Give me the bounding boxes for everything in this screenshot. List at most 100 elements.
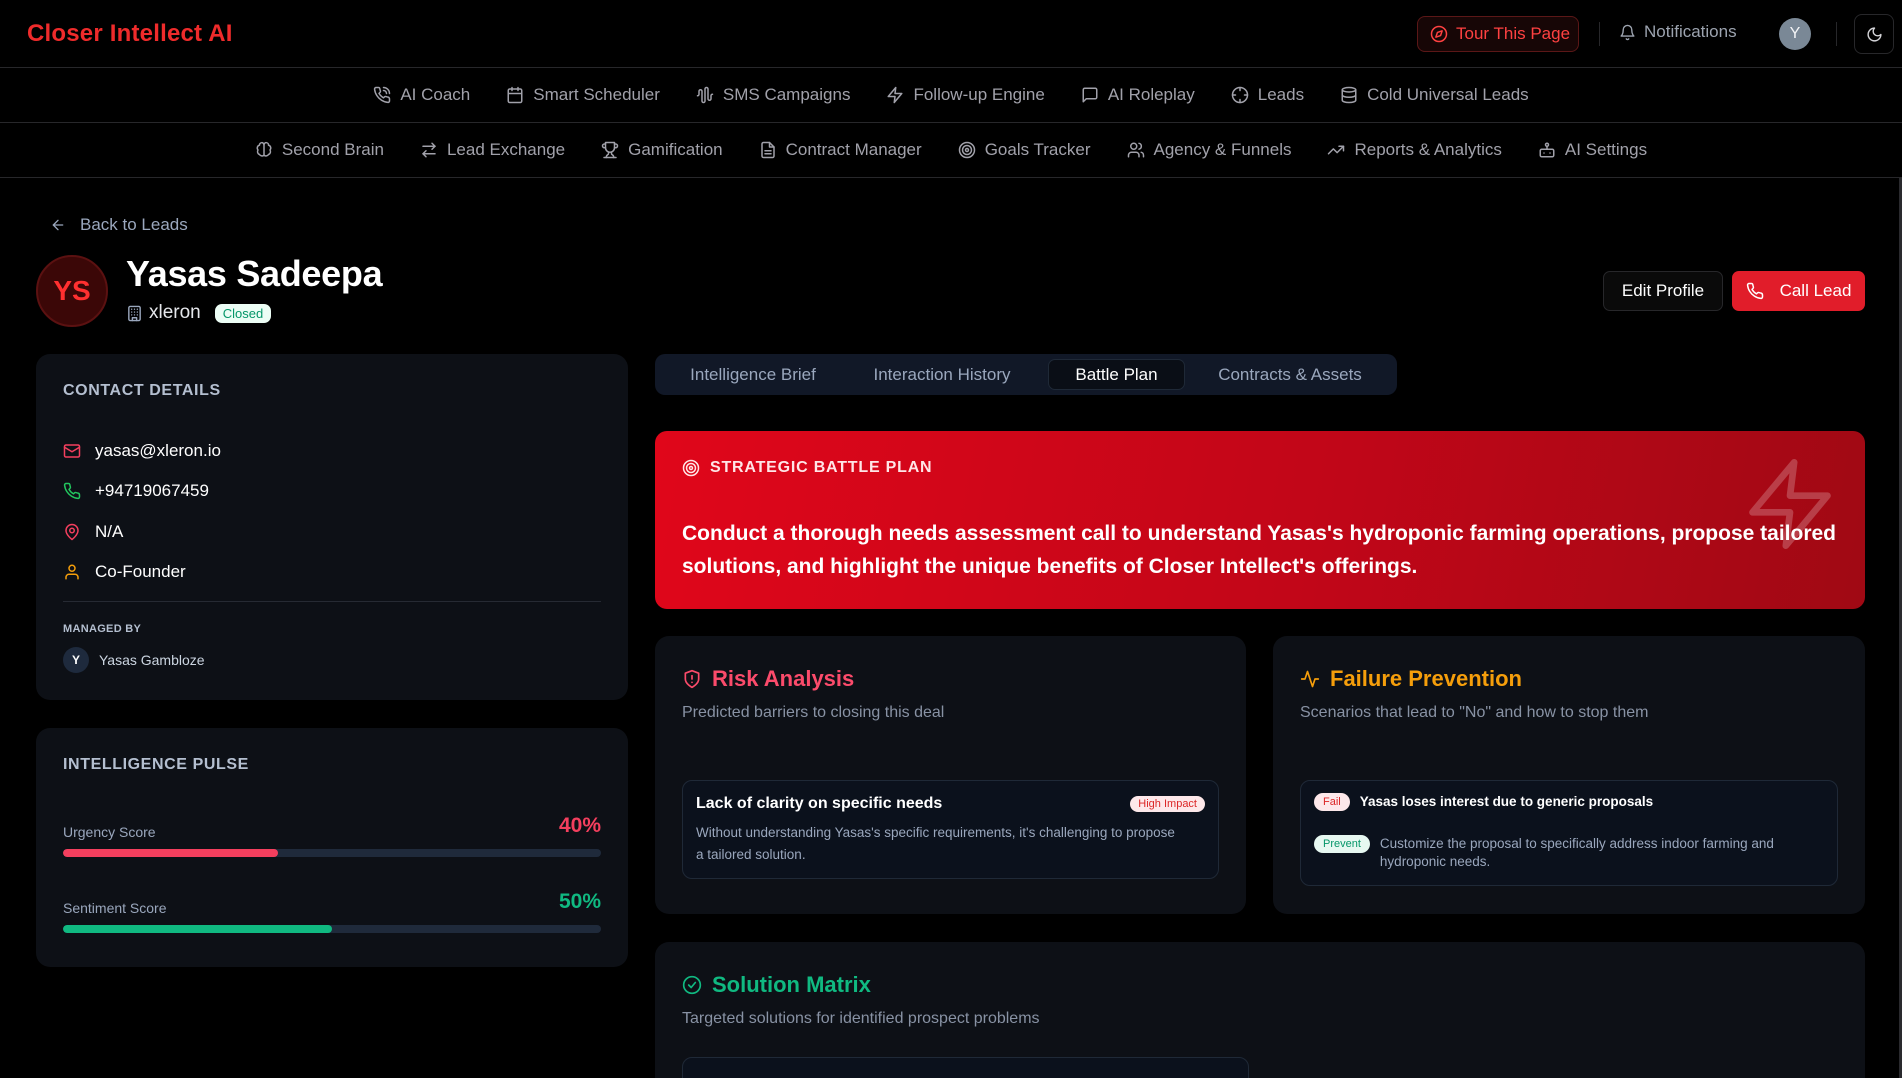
risk-item-title: Lack of clarity on specific needs xyxy=(696,795,943,812)
nav-ai-coach[interactable]: AI Coach xyxy=(373,85,470,105)
user-icon xyxy=(63,563,81,581)
intelligence-pulse-card: INTELLIGENCE PULSE Urgency Score 40% Sen… xyxy=(36,728,628,967)
nav-second-brain[interactable]: Second Brain xyxy=(255,140,384,160)
battle-plan-heading: STRATEGIC BATTLE PLAN xyxy=(682,459,932,477)
nav-contract-manager[interactable]: Contract Manager xyxy=(759,140,922,160)
risk-analysis-heading: Risk Analysis xyxy=(682,666,854,692)
nav-ai-settings[interactable]: AI Settings xyxy=(1538,140,1647,160)
prevent-badge: Prevent xyxy=(1314,835,1370,853)
nav-reports-analytics[interactable]: Reports & Analytics xyxy=(1327,140,1502,160)
nav-ai-roleplay[interactable]: AI Roleplay xyxy=(1081,85,1195,105)
nav-leads[interactable]: Leads xyxy=(1231,85,1304,105)
bell-icon xyxy=(1619,24,1636,41)
prevent-text: Customize the proposal to specifically a… xyxy=(1379,836,1774,869)
nav-lead-exchange[interactable]: Lead Exchange xyxy=(420,140,565,160)
nav-sms-campaigns[interactable]: SMS Campaigns xyxy=(696,85,851,105)
divider xyxy=(1836,22,1837,46)
phone-value: +94719067459 xyxy=(95,481,209,500)
back-to-leads-link[interactable]: Back to Leads xyxy=(50,215,188,235)
contact-location: N/A xyxy=(63,522,123,542)
tour-page-button[interactable]: Tour This Page xyxy=(1417,16,1579,52)
manager: Y Yasas Gambloze xyxy=(63,647,205,673)
arrows-exchange-icon xyxy=(420,141,438,159)
notifications-button[interactable]: Notifications xyxy=(1619,22,1737,42)
edit-profile-button[interactable]: Edit Profile xyxy=(1603,271,1723,311)
urgency-bar-fill xyxy=(63,849,279,857)
trophy-icon xyxy=(601,141,619,159)
tab-contracts-assets[interactable]: Contracts & Assets xyxy=(1191,359,1389,390)
target-icon xyxy=(1231,86,1249,104)
failure-prevention-subtitle: Scenarios that lead to "No" and how to s… xyxy=(1300,704,1649,721)
nav-smart-scheduler[interactable]: Smart Scheduler xyxy=(506,85,660,105)
fail-row: Fail Yasas loses interest due to generic… xyxy=(1314,793,1653,811)
notifications-label: Notifications xyxy=(1644,22,1737,41)
trending-up-icon xyxy=(1327,141,1345,159)
back-label: Back to Leads xyxy=(80,215,188,234)
tab-battle-plan[interactable]: Battle Plan xyxy=(1048,359,1185,390)
contact-phone[interactable]: +94719067459 xyxy=(63,481,209,501)
users-icon xyxy=(1127,141,1145,159)
urgency-bar xyxy=(63,849,601,857)
risk-analysis-card: Risk Analysis Predicted barriers to clos… xyxy=(655,636,1246,914)
lead-company: xleron Closed xyxy=(126,302,272,324)
email-value: yasas@xleron.io xyxy=(95,441,221,460)
sentiment-bar-fill xyxy=(63,925,332,933)
moon-icon xyxy=(1866,26,1883,43)
sentiment-value: 50% xyxy=(558,890,601,913)
phone-icon xyxy=(63,482,81,500)
call-lead-button[interactable]: Call Lead xyxy=(1732,271,1865,311)
nav-follow-up-engine[interactable]: Follow-up Engine xyxy=(886,85,1045,105)
contact-email[interactable]: yasas@xleron.io xyxy=(63,441,221,461)
risk-item-description: Without understanding Yasas's specific r… xyxy=(696,825,1175,862)
brain-icon xyxy=(255,141,273,159)
zap-icon xyxy=(886,86,904,104)
card-title: INTELLIGENCE PULSE xyxy=(63,756,249,773)
nav-label: AI Roleplay xyxy=(1107,85,1195,104)
nav-goals-tracker[interactable]: Goals Tracker xyxy=(958,140,1091,160)
nav-cold-universal-leads[interactable]: Cold Universal Leads xyxy=(1340,85,1529,105)
managed-by-label: MANAGED BY xyxy=(63,623,142,635)
tab-intelligence-brief[interactable]: Intelligence Brief xyxy=(663,359,843,390)
user-avatar[interactable]: Y xyxy=(1779,18,1811,50)
target-icon xyxy=(682,459,700,477)
risk-item: Lack of clarity on specific needs High I… xyxy=(682,780,1219,879)
status-badge: Closed xyxy=(214,303,272,323)
sentiment-label: Sentiment Score xyxy=(63,900,167,916)
prevent-row: Prevent Customize the proposal to specif… xyxy=(1314,835,1829,871)
nav-label: Cold Universal Leads xyxy=(1367,85,1529,104)
top-bar: Closer Intellect AI Tour This Page Notif… xyxy=(0,0,1902,68)
nav-gamification[interactable]: Gamification xyxy=(601,140,723,160)
activity-icon xyxy=(1300,669,1320,689)
solution-matrix-subtitle: Targeted solutions for identified prospe… xyxy=(682,1010,1040,1027)
nav-label: Leads xyxy=(1257,85,1305,104)
tab-interaction-history[interactable]: Interaction History xyxy=(847,359,1037,390)
manager-name: Yasas Gambloze xyxy=(99,652,205,668)
failure-prevention-title: Failure Prevention xyxy=(1330,666,1522,691)
check-circle-icon xyxy=(682,975,702,995)
nav-label: AI Settings xyxy=(1564,140,1648,159)
solution-matrix-card: Solution Matrix Targeted solutions for i… xyxy=(655,942,1865,1078)
theme-toggle-button[interactable] xyxy=(1854,14,1894,54)
nav-agency-funnels[interactable]: Agency & Funnels xyxy=(1127,140,1292,160)
nav-label: SMS Campaigns xyxy=(722,85,851,104)
nav-label: Agency & Funnels xyxy=(1153,140,1292,159)
risk-analysis-subtitle: Predicted barriers to closing this deal xyxy=(682,704,945,721)
fail-text: Yasas loses interest due to generic prop… xyxy=(1359,794,1654,809)
risk-analysis-title: Risk Analysis xyxy=(712,666,855,691)
urgency-value: 40% xyxy=(558,814,601,837)
solution-matrix-title: Solution Matrix xyxy=(712,972,871,997)
file-text-icon xyxy=(759,141,777,159)
call-lead-label: Call Lead xyxy=(1779,281,1852,300)
main-nav-primary: AI Coach Smart Scheduler SMS Campaigns F… xyxy=(0,68,1902,123)
bot-icon xyxy=(1538,141,1556,159)
nav-label: Contract Manager xyxy=(785,140,922,159)
calendar-icon xyxy=(506,86,524,104)
lead-tabs: Intelligence Brief Interaction History B… xyxy=(655,354,1397,395)
phone-icon xyxy=(1746,282,1764,300)
target-icon xyxy=(958,141,976,159)
phone-call-icon xyxy=(373,86,391,104)
brand-logo[interactable]: Closer Intellect AI xyxy=(27,20,233,48)
building-icon xyxy=(126,305,143,322)
arrow-left-icon xyxy=(50,217,66,233)
location-value: N/A xyxy=(95,522,124,541)
